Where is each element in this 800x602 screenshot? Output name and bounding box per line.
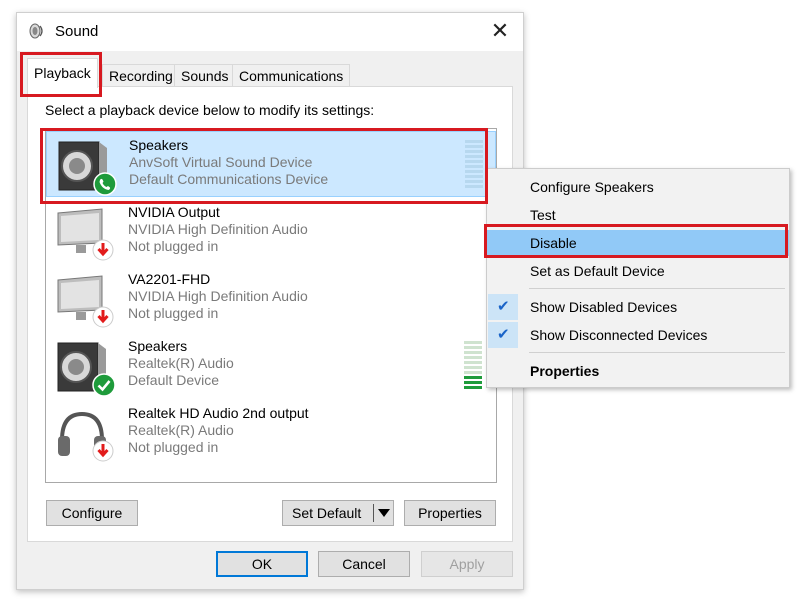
checkmark-icon: ✔ <box>497 298 510 315</box>
device-description: NVIDIA High Definition Audio <box>128 221 308 237</box>
close-button[interactable]: ✕ <box>485 17 515 47</box>
level-meter <box>464 341 482 389</box>
cancel-button[interactable]: Cancel <box>318 551 410 577</box>
device-item-va2201-fhd[interactable]: VA2201-FHD NVIDIA High Definition Audio … <box>46 266 496 332</box>
device-item-realtek-2nd-output[interactable]: Realtek HD Audio 2nd output Realtek(R) A… <box>46 400 496 466</box>
unplugged-badge-icon <box>92 239 114 261</box>
tab-playback[interactable]: Playback <box>27 58 98 88</box>
checkmark-icon: ✔ <box>497 326 510 343</box>
menu-separator <box>529 352 785 353</box>
device-description: NVIDIA High Definition Audio <box>128 288 308 304</box>
device-status: Not plugged in <box>128 439 219 455</box>
device-list[interactable]: Speakers AnvSoft Virtual Sound Device De… <box>45 128 497 483</box>
configure-button[interactable]: Configure <box>46 500 138 526</box>
device-status: Not plugged in <box>128 238 219 254</box>
device-item-speakers-anvsoft[interactable]: Speakers AnvSoft Virtual Sound Device De… <box>46 131 496 197</box>
device-description: AnvSoft Virtual Sound Device <box>129 154 313 170</box>
tab-recording[interactable]: Recording <box>102 64 180 86</box>
tab-communications[interactable]: Communications <box>232 64 351 86</box>
title-bar[interactable]: Sound ✕ <box>17 13 523 51</box>
device-status: Default Communications Device <box>129 171 329 187</box>
unplugged-badge-icon <box>92 440 114 462</box>
apply-button[interactable]: Apply <box>421 551 513 577</box>
split-divider <box>373 504 374 522</box>
device-description: Realtek(R) Audio <box>128 355 234 371</box>
context-menu: Configure Speakers Test Disable Set as D… <box>486 168 790 388</box>
sound-app-icon <box>29 23 43 39</box>
tab-sounds[interactable]: Sounds <box>174 64 236 86</box>
device-status: Default Device <box>128 372 220 388</box>
device-name: NVIDIA Output <box>128 204 220 220</box>
menu-item-test[interactable]: Test <box>487 202 789 228</box>
device-item-nvidia-output[interactable]: NVIDIA Output NVIDIA High Definition Aud… <box>46 199 496 265</box>
device-description: Realtek(R) Audio <box>128 422 234 438</box>
default-check-badge-icon <box>92 373 116 397</box>
set-default-button[interactable]: Set Default <box>282 500 394 526</box>
device-item-speakers-realtek[interactable]: Speakers Realtek(R) Audio Default Device <box>46 333 496 399</box>
device-name: Realtek HD Audio 2nd output <box>128 405 309 421</box>
unplugged-badge-icon <box>92 306 114 328</box>
window-title: Sound <box>55 23 99 40</box>
level-meter <box>465 140 483 188</box>
ok-button[interactable]: OK <box>216 551 308 577</box>
set-default-label: Set Default <box>292 505 362 521</box>
instruction-text: Select a playback device below to modify… <box>45 102 375 118</box>
device-name: VA2201-FHD <box>128 271 211 287</box>
properties-button[interactable]: Properties <box>404 500 496 526</box>
menu-item-configure-speakers[interactable]: Configure Speakers <box>487 174 789 200</box>
menu-item-show-disabled-devices[interactable]: ✔ Show Disabled Devices <box>487 294 789 320</box>
menu-item-properties[interactable]: Properties <box>487 358 789 384</box>
device-name: Speakers <box>128 338 188 354</box>
menu-item-set-as-default[interactable]: Set as Default Device <box>487 258 789 284</box>
device-name: Speakers <box>129 137 189 153</box>
phone-badge-icon <box>93 172 117 196</box>
menu-item-show-disconnected-devices[interactable]: ✔ Show Disconnected Devices <box>487 322 789 348</box>
sound-dialog: Sound ✕ Playback Recording Sounds Commun… <box>16 12 524 590</box>
menu-item-disable[interactable]: Disable <box>487 230 789 256</box>
menu-item-label: Show Disconnected Devices <box>530 327 708 343</box>
menu-item-label: Show Disabled Devices <box>530 299 678 315</box>
menu-separator <box>529 288 785 289</box>
chevron-down-icon[interactable] <box>378 509 390 517</box>
device-status: Not plugged in <box>128 305 219 321</box>
